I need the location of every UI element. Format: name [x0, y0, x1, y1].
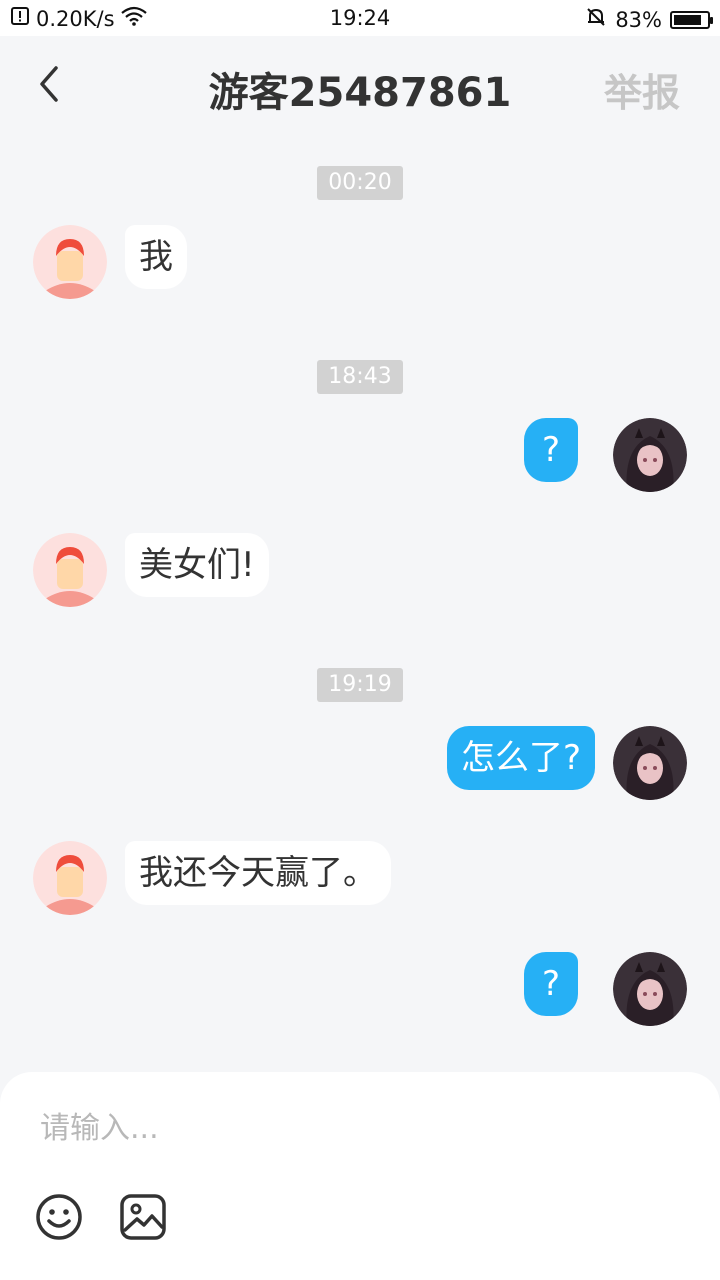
user-avatar[interactable] — [613, 952, 687, 1026]
contact-avatar[interactable] — [33, 841, 107, 915]
timestamp-chip: 00:20 — [317, 166, 403, 200]
chat-header: 游客25487861 举报 — [0, 36, 720, 132]
image-icon — [120, 1194, 166, 1240]
contact-avatar[interactable] — [33, 533, 107, 607]
user-avatar[interactable] — [613, 418, 687, 492]
status-bar: 0.20K/s 19:24 83% — [0, 0, 720, 36]
composer-panel — [0, 1072, 720, 1280]
outgoing-message: ? — [524, 952, 578, 1016]
message-input[interactable] — [40, 1100, 660, 1156]
outgoing-message: ? — [524, 418, 578, 482]
incoming-message: 我还今天赢了。 — [125, 841, 391, 905]
emoji-button[interactable] — [32, 1190, 86, 1244]
incoming-message: 美女们! — [125, 533, 269, 597]
report-button[interactable]: 举报 — [604, 62, 680, 117]
status-right: 83% — [585, 6, 713, 33]
battery-icon — [670, 10, 713, 29]
image-button[interactable] — [116, 1190, 170, 1244]
battery-percent: 83% — [615, 7, 662, 32]
emoji-icon — [36, 1194, 82, 1240]
bell-muted-icon — [585, 6, 607, 33]
timestamp-chip: 19:19 — [317, 668, 403, 702]
message-list[interactable]: 00:20 我 18:43 ? 美女们! 19:19 怎么了? 我还今天赢了。 … — [0, 132, 720, 1132]
outgoing-message: 怎么了? — [446, 726, 595, 790]
incoming-message: 我 — [125, 225, 187, 289]
battery-fill — [674, 14, 701, 25]
user-avatar[interactable] — [613, 726, 687, 800]
contact-avatar[interactable] — [33, 225, 107, 299]
timestamp-chip: 18:43 — [317, 360, 403, 394]
